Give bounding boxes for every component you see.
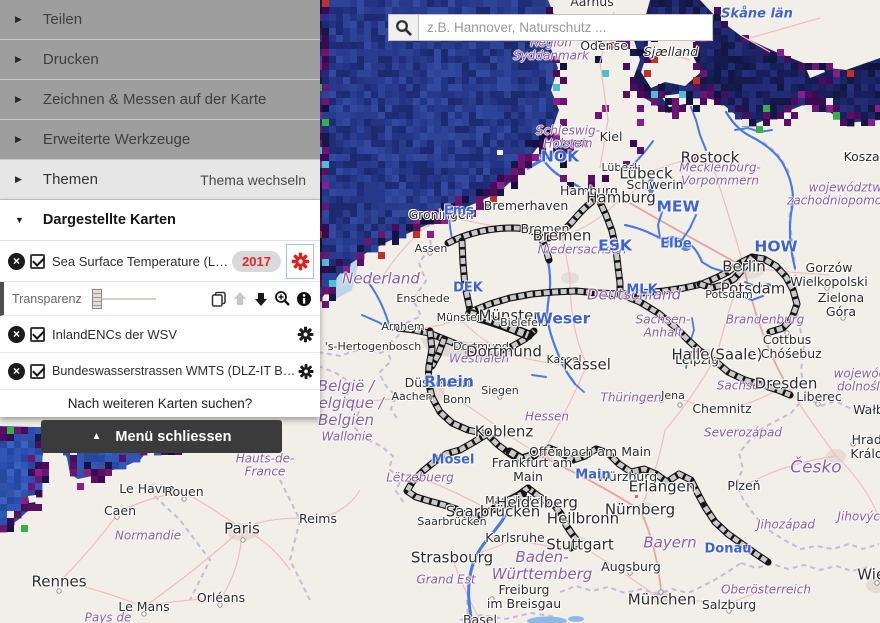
remove-layer-button[interactable]: × <box>8 253 25 270</box>
chevron-right-icon: ▶ <box>15 174 22 185</box>
remove-layer-button[interactable]: × <box>8 326 25 343</box>
sidebar-item-teilen[interactable]: ▶ Teilen <box>0 0 320 40</box>
menu-close-label: Menü schliessen <box>115 429 231 445</box>
menu-close-button[interactable]: ▲ Menü schliessen <box>41 420 282 453</box>
app-window: Region SyddanmarkSchleswig- HolsteinMeck… <box>0 0 880 623</box>
year-badge: 2017 <box>232 251 281 272</box>
sidebar-item-erweiterte-werkzeuge[interactable]: ▶ Erweiterte Werkzeuge <box>0 120 320 160</box>
chevron-right-icon: ▶ <box>15 14 22 25</box>
gear-icon[interactable] <box>297 326 314 343</box>
move-layer-down-icon[interactable] <box>253 291 269 307</box>
waterway-network <box>398 198 797 562</box>
sidebar-item-label: Erweiterte Werkzeuge <box>43 131 190 148</box>
sidebar-item-label: Zeichnen & Messen auf der Karte <box>43 91 266 108</box>
displayed-maps-header[interactable]: ▼ Dargestellte Karten <box>0 200 320 241</box>
layer-row-sea-surface-temperature: × Sea Surface Temperature (L3, ... 2017 <box>0 241 320 282</box>
remove-layer-button[interactable]: × <box>8 363 25 380</box>
chevron-right-icon: ▶ <box>15 134 22 145</box>
duplicate-layer-icon[interactable] <box>211 291 227 307</box>
search-input[interactable] <box>418 14 713 41</box>
sidebar-item-label: Teilen <box>43 11 82 28</box>
slider-thumb[interactable] <box>92 289 102 309</box>
chevron-up-icon: ▲ <box>92 431 102 442</box>
transparency-label: Transparenz <box>12 292 82 306</box>
layer-info-icon[interactable] <box>296 291 312 307</box>
search-bar <box>388 14 713 41</box>
chevron-down-icon: ▼ <box>15 215 24 225</box>
layer-name: Sea Surface Temperature (L3, ... <box>52 254 232 269</box>
sidebar-item-drucken[interactable]: ▶ Drucken <box>0 40 320 80</box>
move-layer-up-icon[interactable] <box>232 291 248 307</box>
zoom-to-layer-icon[interactable] <box>274 290 291 307</box>
sidebar-item-label: Themen <box>43 171 98 188</box>
layer-settings-button-active[interactable] <box>286 244 314 279</box>
sidebar-item-zeichnen-messen[interactable]: ▶ Zeichnen & Messen auf der Karte <box>0 80 320 120</box>
gear-icon[interactable] <box>298 363 314 380</box>
displayed-maps-panel: ▼ Dargestellte Karten × Sea Surface Temp… <box>0 200 320 417</box>
search-button[interactable] <box>388 14 418 41</box>
layer-visibility-checkbox[interactable] <box>30 327 45 342</box>
layer-visibility-checkbox[interactable] <box>30 364 45 379</box>
thema-wechseln-link[interactable]: Thema wechseln <box>200 172 320 188</box>
transparency-slider[interactable] <box>94 298 156 300</box>
chevron-right-icon: ▶ <box>15 54 22 65</box>
layer-visibility-checkbox[interactable] <box>30 254 45 269</box>
sidebar-item-themen[interactable]: ▶ Themen Thema wechseln <box>0 160 320 200</box>
layer-row-inlandencs: × InlandENCs der WSV <box>0 316 320 353</box>
transparency-row: Transparenz <box>0 282 320 316</box>
sidebar: ▶ Teilen ▶ Drucken ▶ Zeichnen & Messen a… <box>0 0 320 417</box>
sidebar-item-label: Drucken <box>43 51 99 68</box>
panel-title: Dargestellte Karten <box>43 212 176 228</box>
chevron-right-icon: ▶ <box>15 94 22 105</box>
layer-row-bundeswasserstrassen: × Bundeswasserstrassen WMTS (DLZ-IT BVBS… <box>0 353 320 390</box>
search-more-maps-link[interactable]: Nach weiteren Karten suchen? <box>0 390 320 417</box>
layer-tools <box>211 290 314 307</box>
gear-icon <box>291 252 310 271</box>
layer-name: InlandENCs der WSV <box>52 327 177 342</box>
layer-name: Bundeswasserstrassen WMTS (DLZ-IT BVBS) <box>52 364 298 378</box>
search-icon <box>395 19 412 36</box>
